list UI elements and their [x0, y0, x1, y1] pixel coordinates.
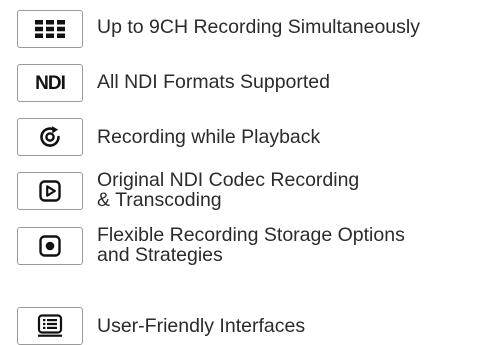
- feature-label: Up to 9CH Recording Simultaneously: [97, 16, 420, 38]
- feature-label: Flexible Recording Storage Options and S…: [97, 225, 405, 265]
- feature-label-line: & Transcoding: [97, 189, 222, 211]
- feature-label-line: Original NDI Codec Recording: [97, 169, 360, 191]
- icon-box: [17, 118, 83, 156]
- replay-icon: [40, 126, 60, 147]
- feature-label: All NDI Formats Supported: [97, 71, 331, 93]
- list-icon: [37, 314, 63, 337]
- feature-label-line: Flexible Recording Storage Options: [97, 224, 405, 246]
- feature-label-line: and Strategies: [97, 244, 223, 266]
- grid-icon: [35, 20, 65, 38]
- feature-label: Recording while Playback: [97, 126, 321, 148]
- icon-box: [17, 307, 83, 345]
- feature-label: User-Friendly Interfaces: [97, 315, 306, 337]
- icon-box: [17, 227, 83, 265]
- record-icon: [39, 235, 61, 257]
- ndi-logo-icon: NDI: [35, 72, 66, 94]
- feature-label: Original NDI Codec Recording & Transcodi…: [97, 170, 359, 210]
- icon-box: NDI: [17, 64, 83, 102]
- play-icon: [39, 180, 61, 202]
- icon-box: [17, 10, 83, 48]
- icon-box: [17, 172, 83, 210]
